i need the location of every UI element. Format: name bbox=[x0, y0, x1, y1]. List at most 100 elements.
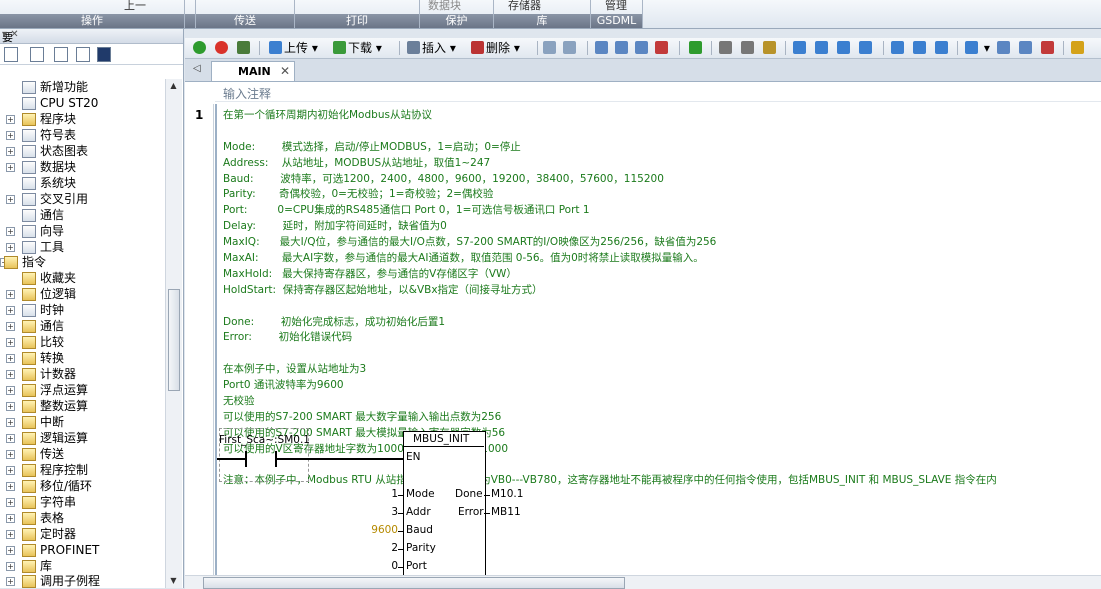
expand-icon[interactable]: + bbox=[6, 497, 15, 507]
window-icon[interactable] bbox=[615, 40, 630, 56]
box-icon[interactable] bbox=[935, 40, 950, 56]
scroll-up-icon[interactable]: ▲ bbox=[168, 81, 179, 91]
view-icon[interactable] bbox=[4, 47, 18, 62]
insert-button[interactable]: 插入 ▾ bbox=[407, 40, 456, 56]
ribbon-group-label: 保护 bbox=[420, 14, 493, 28]
expand-icon[interactable]: + bbox=[6, 449, 15, 459]
table-icon[interactable] bbox=[997, 40, 1012, 56]
view-icon[interactable] bbox=[30, 47, 44, 62]
input-value[interactable]: 0 bbox=[368, 560, 398, 572]
view-icon[interactable] bbox=[76, 47, 90, 62]
stop-icon[interactable] bbox=[215, 40, 230, 56]
key-icon[interactable] bbox=[1071, 40, 1086, 56]
ribbon-fragment[interactable]: 上一 bbox=[124, 0, 146, 12]
scroll-thumb[interactable] bbox=[203, 577, 625, 589]
folder-icon bbox=[22, 559, 36, 573]
expand-icon[interactable]: + bbox=[6, 162, 15, 172]
expand-icon[interactable]: + bbox=[6, 481, 15, 491]
delete-button[interactable]: 删除 ▾ bbox=[471, 40, 520, 56]
en-pin: EN bbox=[406, 451, 421, 463]
expand-icon[interactable]: + bbox=[6, 322, 15, 332]
input-value[interactable]: 3 bbox=[368, 506, 398, 518]
tree-item-label: 字符串 bbox=[40, 494, 77, 509]
expand-icon[interactable]: + bbox=[6, 577, 15, 587]
folder-icon bbox=[22, 415, 36, 429]
contact-symbol[interactable]: First_Sca~:SM0.1 bbox=[219, 434, 310, 446]
expand-icon[interactable]: + bbox=[6, 529, 15, 539]
edit-icon[interactable] bbox=[1019, 40, 1034, 56]
insert-label: 插入 bbox=[422, 41, 447, 55]
expand-icon[interactable]: + bbox=[6, 465, 15, 475]
edit-icon[interactable] bbox=[1041, 40, 1056, 56]
network-icon[interactable] bbox=[97, 47, 111, 62]
ribbon-fragment[interactable]: 管理 bbox=[605, 0, 627, 12]
line-down-icon[interactable] bbox=[793, 40, 808, 56]
expand-icon[interactable]: + bbox=[6, 226, 15, 236]
window-icon[interactable] bbox=[595, 40, 610, 56]
expand-icon[interactable]: + bbox=[6, 290, 15, 300]
label-icon[interactable]: ▾ bbox=[965, 40, 990, 56]
scroll-down-icon[interactable]: ▼ bbox=[168, 576, 179, 586]
output-value[interactable]: M10.1 bbox=[491, 488, 523, 500]
expand-icon[interactable]: + bbox=[6, 433, 15, 443]
ribbon-fragment[interactable]: 存储器 bbox=[508, 0, 541, 12]
comment-line: MaxIQ: 最大I/Q位，参与通信的最大I/O点数，S7-200 SMART的… bbox=[223, 236, 717, 249]
tree-item-label: 位逻辑 bbox=[40, 287, 77, 302]
run-icon[interactable] bbox=[193, 40, 208, 56]
tree-item-label: 通信 bbox=[40, 319, 65, 334]
coil-icon[interactable] bbox=[913, 40, 928, 56]
line-right-icon[interactable] bbox=[859, 40, 874, 56]
lock-icon[interactable] bbox=[763, 40, 778, 56]
upload-button[interactable]: 上传 ▾ bbox=[269, 40, 318, 56]
expand-icon[interactable]: + bbox=[6, 417, 15, 427]
download-button[interactable]: 下载 ▾ bbox=[333, 40, 382, 56]
goto-icon[interactable] bbox=[689, 40, 704, 56]
expand-icon[interactable]: + bbox=[6, 306, 15, 316]
expand-icon[interactable]: + bbox=[6, 114, 15, 124]
vertical-scrollbar[interactable]: ▲ ▼ bbox=[165, 79, 182, 588]
tree-item-label: CPU ST20 bbox=[40, 95, 99, 110]
lock-icon[interactable] bbox=[741, 40, 756, 56]
comment-line: 可以使用的S7-200 SMART 最大数字量输入输出点数为256 bbox=[223, 410, 502, 423]
upload-icon bbox=[269, 41, 282, 54]
input-value[interactable]: 9600 bbox=[368, 524, 398, 536]
expand-icon[interactable]: + bbox=[6, 194, 15, 204]
pin-icon[interactable]: ▾ ✕ bbox=[2, 29, 177, 40]
output-value[interactable]: MB11 bbox=[491, 506, 521, 518]
tab-main[interactable]: MAIN ✕ bbox=[211, 61, 295, 81]
expand-icon[interactable]: + bbox=[6, 402, 15, 411]
scroll-thumb[interactable] bbox=[168, 289, 180, 391]
lock-icon[interactable] bbox=[719, 40, 734, 56]
view-icon[interactable] bbox=[54, 47, 68, 62]
expand-icon[interactable]: + bbox=[6, 338, 15, 348]
expand-icon[interactable]: + bbox=[6, 513, 15, 523]
input-value[interactable]: 1 bbox=[368, 488, 398, 500]
expand-icon[interactable]: + bbox=[6, 242, 15, 252]
expand-icon[interactable]: + bbox=[6, 545, 15, 555]
window-icon[interactable] bbox=[655, 40, 670, 56]
horizontal-scrollbar[interactable] bbox=[185, 575, 1101, 589]
expand-icon[interactable]: + bbox=[6, 354, 15, 364]
window-icon[interactable] bbox=[635, 40, 650, 56]
line-up-icon[interactable] bbox=[815, 40, 830, 56]
monitor-icon[interactable] bbox=[543, 40, 558, 56]
tab-scroll-left-icon[interactable]: ◁ bbox=[193, 63, 201, 74]
table-icon bbox=[22, 160, 36, 174]
contact-icon[interactable] bbox=[891, 40, 906, 56]
expand-icon[interactable]: + bbox=[6, 130, 15, 140]
tree-item-label: 收藏夹 bbox=[40, 271, 77, 286]
line-left-icon[interactable] bbox=[837, 40, 852, 56]
pause-icon[interactable] bbox=[563, 40, 578, 56]
close-icon[interactable]: ✕ bbox=[280, 64, 290, 78]
expand-icon[interactable]: + bbox=[6, 146, 15, 156]
comment-line: 在本例子中，设置从站地址为3 bbox=[223, 363, 367, 376]
expand-icon[interactable]: + bbox=[6, 370, 15, 380]
ribbon-fragment[interactable]: 数据块 bbox=[428, 0, 461, 12]
expand-icon[interactable]: + bbox=[6, 561, 15, 571]
comment-line: 无校验 bbox=[223, 395, 255, 408]
compile-icon[interactable] bbox=[237, 40, 252, 56]
network-comment[interactable]: 在第一个循环周期内初始化Modbus从站协议 Mode: 模式选择，启动/停止MO… bbox=[223, 108, 1093, 489]
expand-icon[interactable]: + bbox=[6, 386, 15, 396]
program-comment-input[interactable]: 输入注释 bbox=[215, 86, 1101, 102]
input-value[interactable]: 2 bbox=[368, 542, 398, 554]
